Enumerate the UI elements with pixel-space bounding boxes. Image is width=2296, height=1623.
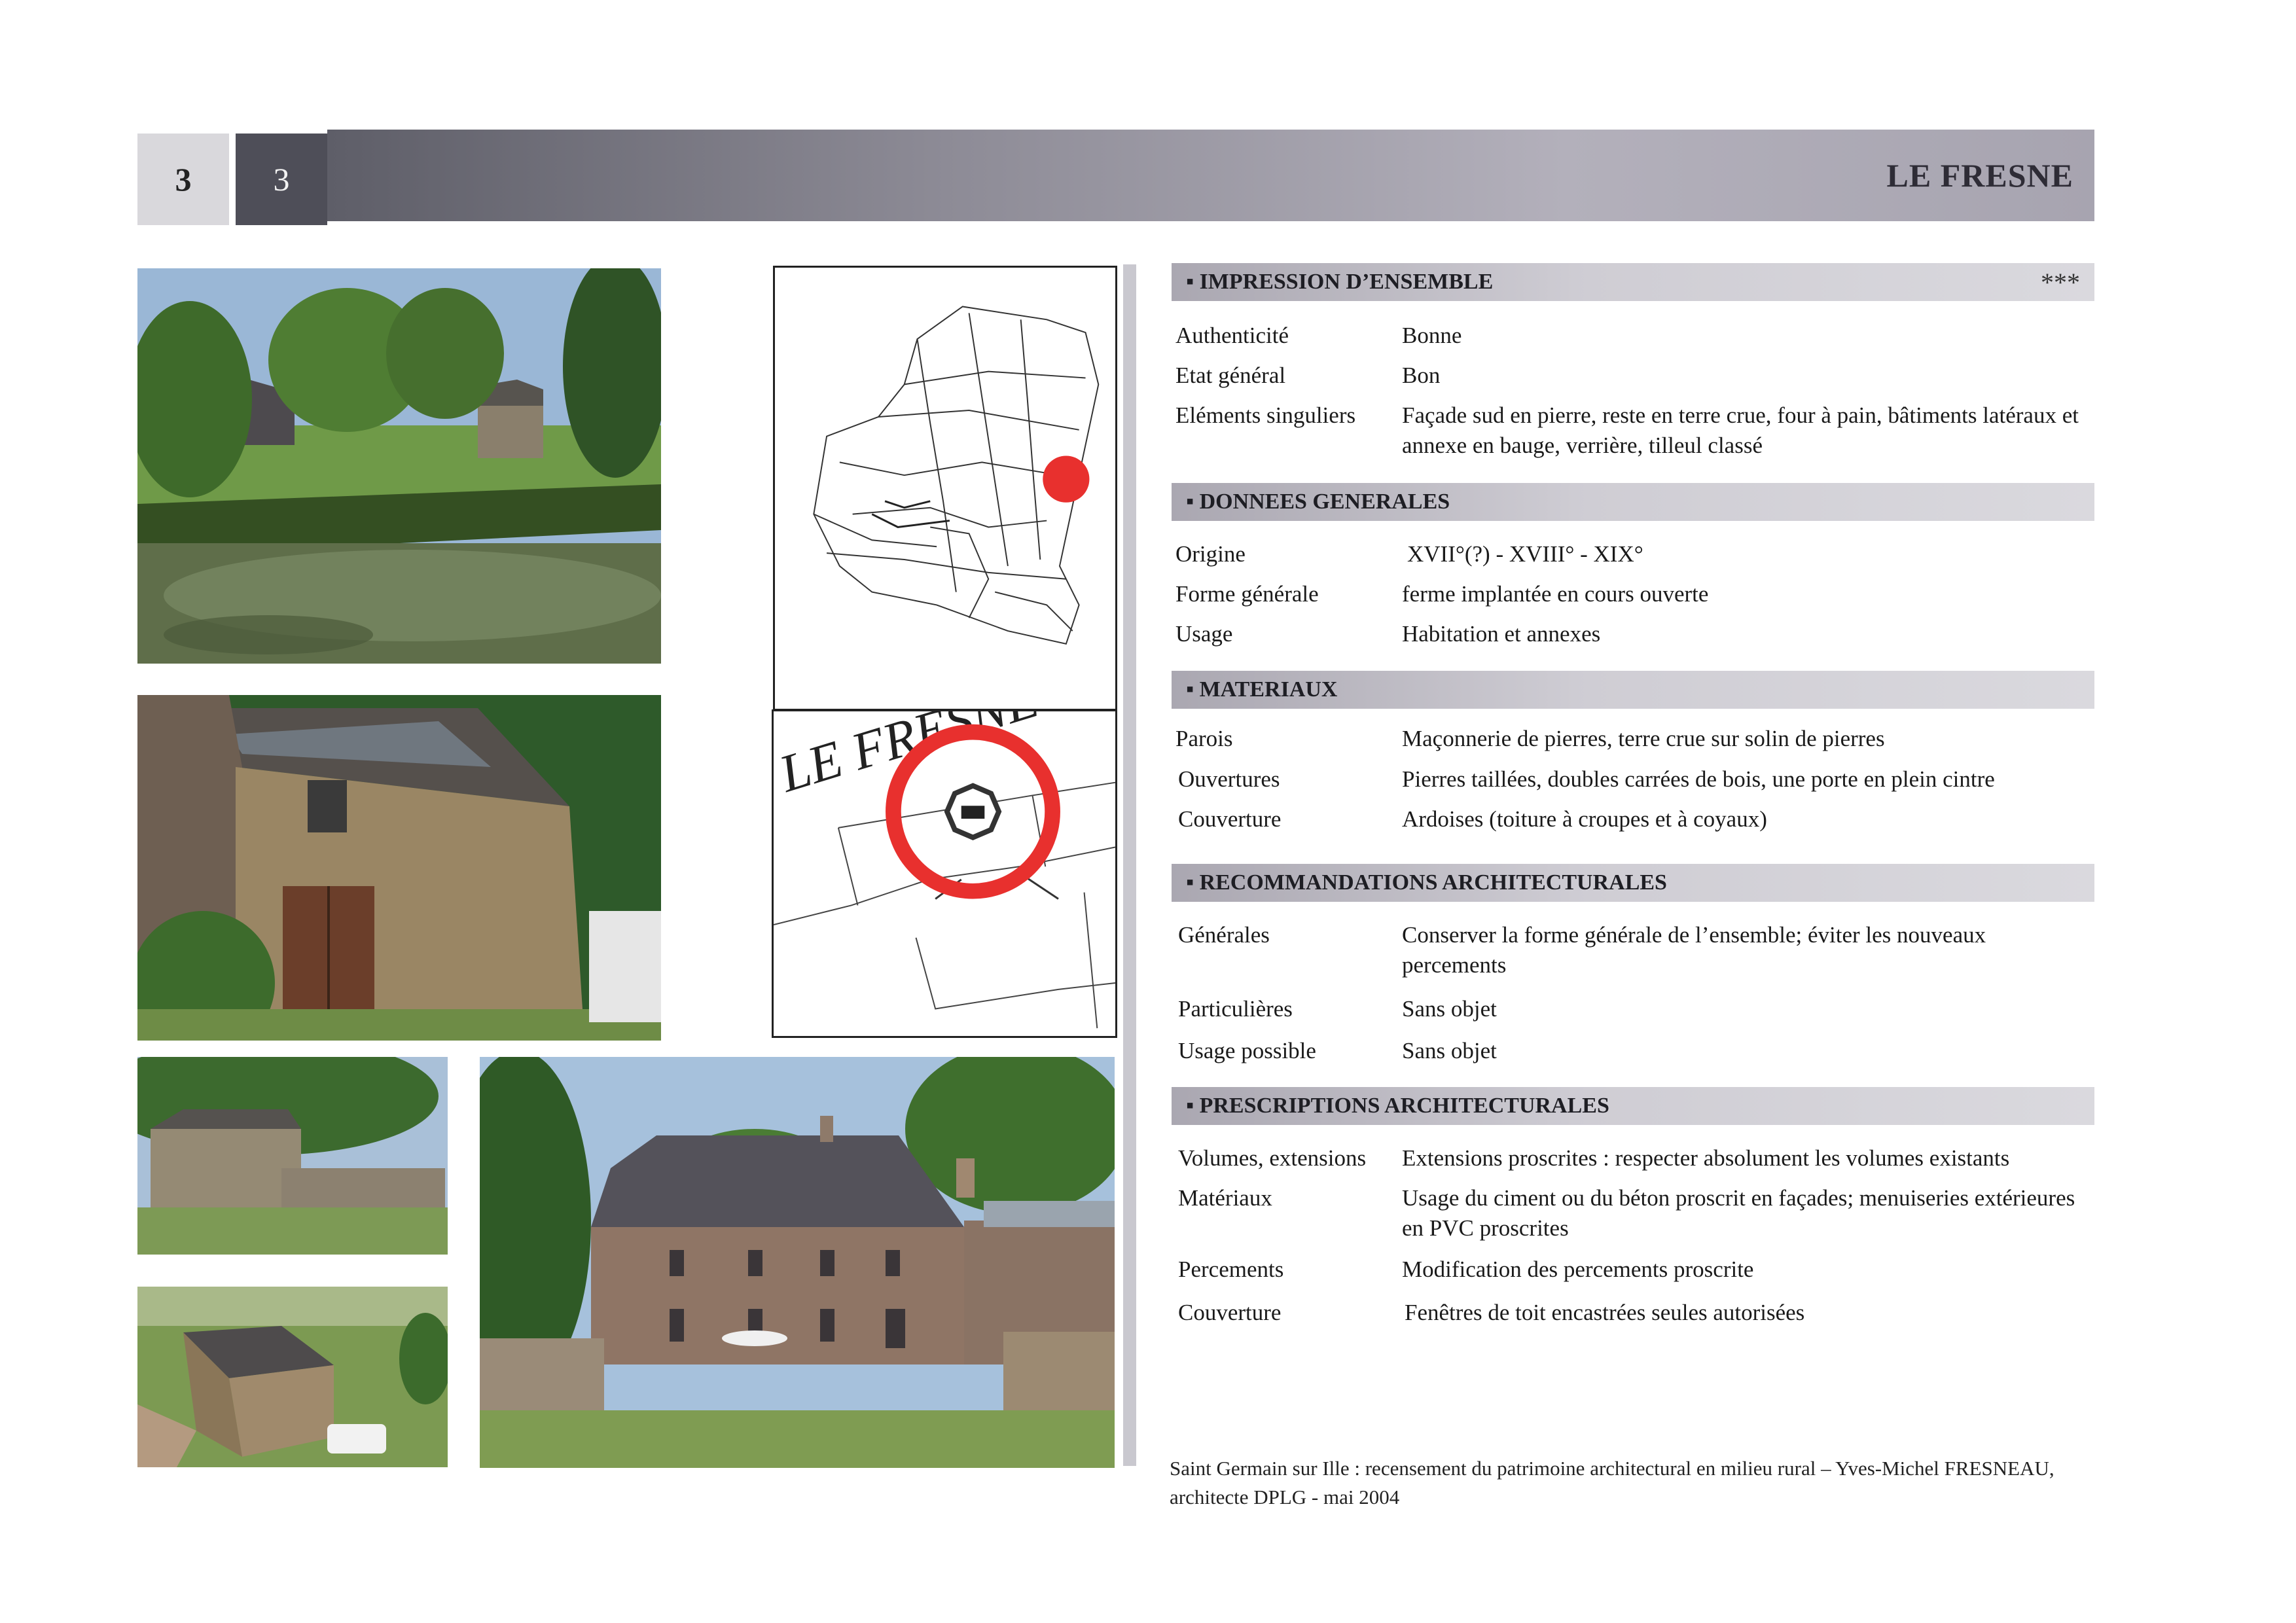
row-label: Parois <box>1175 726 1233 751</box>
row-materiaux-prescriptions: Matériaux Usage du ciment ou du béton pr… <box>1175 1183 2092 1243</box>
row-value: Extensions proscrites : respecter absolu… <box>1402 1145 2010 1171</box>
row-value: Bonne <box>1402 323 1462 348</box>
row-label: Origine <box>1175 541 1246 567</box>
row-value: Bon <box>1402 363 1441 388</box>
section-title: ▪ DONNEES GENERALES <box>1186 490 1450 514</box>
row-label: Usage <box>1175 621 1233 647</box>
page-number: 3 <box>175 161 192 198</box>
row-authenticite: Authenticité Bonne <box>1175 321 2092 351</box>
row-elements-singuliers: Eléments singuliers Façade sud en pierre… <box>1175 401 2092 461</box>
row-value: Ardoises (toiture à croupes et à coyaux) <box>1402 806 1767 832</box>
row-value: Façade sud en pierre, reste en terre cru… <box>1402 402 2079 458</box>
photo-stone-barn <box>137 695 661 1041</box>
section-title: ▪ RECOMMANDATIONS ARCHITECTURALES <box>1186 870 1667 895</box>
row-value: Fenêtres de toit encastrées seules autor… <box>1405 1300 1805 1325</box>
page-title: LE FRESNE <box>1886 157 2073 194</box>
row-label: Eléments singuliers <box>1175 402 1356 428</box>
row-label: Couverture <box>1178 1300 1282 1325</box>
section-header-prescriptions: ▪ PRESCRIPTIONS ARCHITECTURALES <box>1172 1087 2094 1125</box>
section-header-materiaux: ▪ MATERIAUX <box>1172 671 2094 709</box>
row-generales: Générales Conserver la forme générale de… <box>1175 920 2092 980</box>
cadastral-map-overview <box>773 266 1117 711</box>
photo-pond-farm <box>137 268 661 664</box>
section-header-donnees: ▪ DONNEES GENERALES <box>1172 483 2094 521</box>
row-value: Maçonnerie de pierres, terre crue sur so… <box>1402 726 1885 751</box>
section-title: ▪ IMPRESSION D’ENSEMBLE <box>1186 270 1494 294</box>
row-label: Particulières <box>1178 996 1293 1022</box>
row-label: Ouvertures <box>1178 766 1280 792</box>
row-label: Authenticité <box>1175 323 1289 348</box>
row-label: Matériaux <box>1178 1185 1272 1211</box>
row-label: Usage possible <box>1178 1038 1316 1063</box>
rating-stars: *** <box>2041 267 2080 297</box>
row-etat-general: Etat général Bon <box>1175 361 2092 391</box>
row-value: XVII°(?) - XVIII° - XIX° <box>1407 541 1643 567</box>
row-value: Habitation et annexes <box>1402 621 1601 647</box>
cadastral-map-detail: LE FRESNE <box>772 709 1117 1038</box>
row-label: Couverture <box>1178 806 1282 832</box>
row-label: Volumes, extensions <box>1178 1145 1367 1171</box>
section-number: 3 <box>273 161 290 198</box>
row-value: Usage du ciment ou du béton proscrit en … <box>1402 1185 2075 1241</box>
photo-aerial-annex <box>137 1287 448 1467</box>
section-title: ▪ MATERIAUX <box>1186 677 1338 702</box>
section-header-recommandations: ▪ RECOMMANDATIONS ARCHITECTURALES <box>1172 864 2094 902</box>
section-header-impression: ▪ IMPRESSION D’ENSEMBLE *** <box>1172 263 2094 301</box>
header-band: LE FRESNE <box>327 130 2094 221</box>
page-number-box: 3 <box>137 134 229 225</box>
row-value: ferme implantée en cours ouverte <box>1402 581 1709 607</box>
section-number-box: 3 <box>236 134 327 225</box>
photo-main-facade <box>480 1057 1115 1468</box>
footer-credit: Saint Germain sur Ille : recensement du … <box>1170 1457 2054 1508</box>
row-value: Pierres taillées, doubles carrées de boi… <box>1402 766 1995 792</box>
photo-small-outbuilding <box>137 1057 448 1255</box>
row-value: Conserver la forme générale de l’ensembl… <box>1402 922 1986 978</box>
row-label: Percements <box>1178 1257 1284 1282</box>
row-value: Sans objet <box>1402 996 1497 1022</box>
row-value: Sans objet <box>1402 1038 1497 1063</box>
row-label: Forme générale <box>1175 581 1319 607</box>
row-label: Générales <box>1178 922 1270 948</box>
vertical-divider <box>1123 264 1136 1466</box>
row-value: Modification des percements proscrite <box>1402 1257 1754 1282</box>
row-label: Etat général <box>1175 363 1286 388</box>
section-title: ▪ PRESCRIPTIONS ARCHITECTURALES <box>1186 1094 1609 1118</box>
